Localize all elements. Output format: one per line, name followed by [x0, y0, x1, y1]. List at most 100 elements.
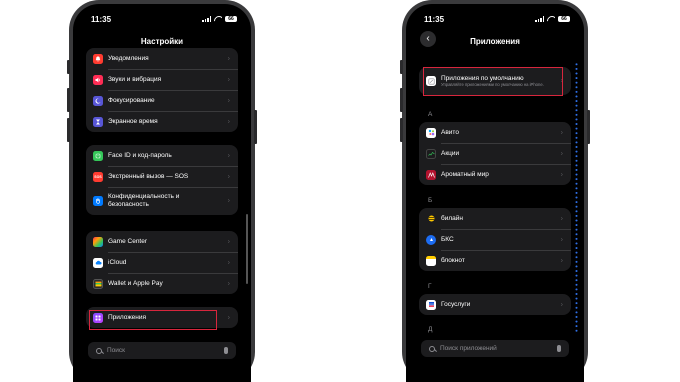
row-label: Ароматный мир	[441, 170, 489, 178]
chevron-right-icon: ›	[227, 314, 230, 321]
settings-row-icloud[interactable]: iCloud ›	[86, 252, 238, 273]
apps-section-b: билайн › БКС › блокнот ›	[419, 208, 571, 271]
settings-row-privacy[interactable]: Конфиденциальность и безопасность ›	[86, 187, 238, 215]
microphone-icon[interactable]	[224, 347, 228, 354]
chevron-right-icon: ›	[560, 215, 563, 222]
page-title: Приложения	[470, 37, 520, 46]
app-search-bar[interactable]: Поиск приложений	[421, 340, 569, 357]
action-button	[67, 60, 70, 74]
row-label: Уведомления	[108, 54, 149, 62]
apps-section-a: Авито › Акции › Ароматный мир ›	[419, 122, 571, 185]
dynamic-island	[140, 13, 184, 26]
chevron-right-icon: ›	[560, 301, 563, 308]
app-row-stocks[interactable]: Акции ›	[419, 143, 571, 164]
row-label: Конфиденциальность и безопасность	[108, 193, 180, 208]
section-header-d: Д	[428, 326, 433, 333]
settings-row-face-id[interactable]: Face ID и код-пароль ›	[86, 145, 238, 166]
row-label: iCloud	[108, 258, 127, 266]
chevron-right-icon: ›	[227, 173, 230, 180]
settings-group-3: Game Center › iCloud › Wallet и Apple Pa…	[86, 231, 238, 294]
chevron-right-icon: ›	[227, 152, 230, 159]
search-icon	[96, 347, 102, 354]
chevron-right-icon: ›	[560, 236, 563, 243]
row-label: Акции	[441, 149, 460, 157]
face-id-icon	[93, 150, 103, 161]
search-placeholder: Поиск приложений	[440, 345, 497, 352]
chevron-right-icon: ›	[560, 129, 563, 136]
power-button	[254, 110, 257, 144]
notepad-icon	[426, 255, 436, 266]
phone-frame-right: 11:35 66 ‹ Приложения Приложения по умол…	[400, 0, 590, 382]
bks-icon	[426, 234, 436, 245]
app-row-beeline[interactable]: билайн ›	[419, 208, 571, 229]
screen-settings: 11:35 66 Настройки Уведомления › Звуки и…	[73, 4, 251, 382]
scroll-indicator	[246, 214, 248, 284]
power-button	[587, 110, 590, 144]
settings-row-game-center[interactable]: Game Center ›	[86, 231, 238, 252]
chevron-right-icon: ›	[560, 171, 563, 178]
bell-icon	[93, 53, 103, 64]
row-label: билайн	[441, 214, 463, 222]
status-time: 11:35	[424, 15, 445, 24]
chevron-right-icon: ›	[227, 280, 230, 287]
chevron-right-icon: ›	[227, 118, 230, 125]
battery-icon: 66	[558, 16, 570, 22]
app-row-avito[interactable]: Авито ›	[419, 122, 571, 143]
row-label: Экстренный вызов — SOS	[108, 172, 189, 180]
search-icon	[429, 345, 435, 352]
section-header-g: Г	[428, 283, 432, 290]
volume-up-button	[67, 88, 70, 112]
settings-row-focus[interactable]: Фокусирование ›	[86, 90, 238, 111]
screen-apps: 11:35 66 ‹ Приложения Приложения по умол…	[406, 4, 584, 382]
alphabet-index-scrubber[interactable]	[575, 62, 578, 332]
speaker-icon	[93, 74, 103, 85]
app-row-gosuslugi[interactable]: Госуслуги ›	[419, 294, 571, 315]
microphone-icon[interactable]	[557, 345, 561, 352]
row-label: Game Center	[108, 237, 148, 245]
row-label: Экранное время	[108, 117, 158, 125]
signal-icon	[535, 16, 544, 22]
sos-icon: SOS	[93, 171, 103, 182]
phone-frame-left: 11:35 66 Настройки Уведомления › Звуки и…	[67, 0, 257, 382]
chevron-right-icon: ›	[227, 259, 230, 266]
beeline-icon	[426, 213, 436, 224]
settings-group-2: Face ID и код-пароль › SOS Экстренный вы…	[86, 145, 238, 215]
volume-down-button	[67, 118, 70, 142]
volume-down-button	[400, 118, 403, 142]
page-title: Настройки	[140, 37, 184, 46]
signal-icon	[202, 16, 211, 22]
avito-icon	[426, 127, 436, 138]
wallet-icon	[93, 278, 103, 289]
row-label: Госуслуги	[441, 300, 471, 308]
hand-icon	[93, 196, 103, 206]
settings-row-sounds[interactable]: Звуки и вибрация ›	[86, 69, 238, 90]
row-label: Звуки и вибрация	[108, 75, 162, 83]
search-placeholder: Поиск	[107, 347, 126, 354]
chevron-right-icon: ›	[227, 197, 230, 205]
battery-icon: 66	[225, 16, 237, 22]
hourglass-icon	[93, 116, 103, 127]
app-row-aromatny-mir[interactable]: Ароматный мир ›	[419, 164, 571, 185]
settings-row-emergency-sos[interactable]: SOS Экстренный вызов — SOS ›	[86, 166, 238, 187]
dynamic-island	[473, 13, 517, 26]
wifi-icon	[547, 16, 555, 22]
settings-row-notifications[interactable]: Уведомления ›	[86, 48, 238, 69]
moon-icon	[93, 95, 103, 106]
row-label: Фокусирование	[108, 96, 155, 104]
chevron-right-icon: ›	[560, 257, 563, 264]
app-row-bks[interactable]: БКС ›	[419, 229, 571, 250]
gosuslugi-icon	[426, 299, 436, 310]
volume-up-button	[400, 88, 403, 112]
chevron-right-icon: ›	[227, 238, 230, 245]
row-label: БКС	[441, 235, 454, 243]
highlight-apps-row	[89, 310, 217, 330]
chevron-right-icon: ›	[227, 55, 230, 62]
app-row-notepad[interactable]: блокнот ›	[419, 250, 571, 271]
settings-row-wallet[interactable]: Wallet и Apple Pay ›	[86, 273, 238, 294]
status-time: 11:35	[91, 15, 112, 24]
chevron-right-icon: ›	[227, 76, 230, 83]
apps-section-g: Госуслуги ›	[419, 294, 571, 315]
search-bar[interactable]: Поиск	[88, 342, 236, 359]
row-label: Wallet и Apple Pay	[108, 279, 163, 287]
settings-row-screen-time[interactable]: Экранное время ›	[86, 111, 238, 132]
